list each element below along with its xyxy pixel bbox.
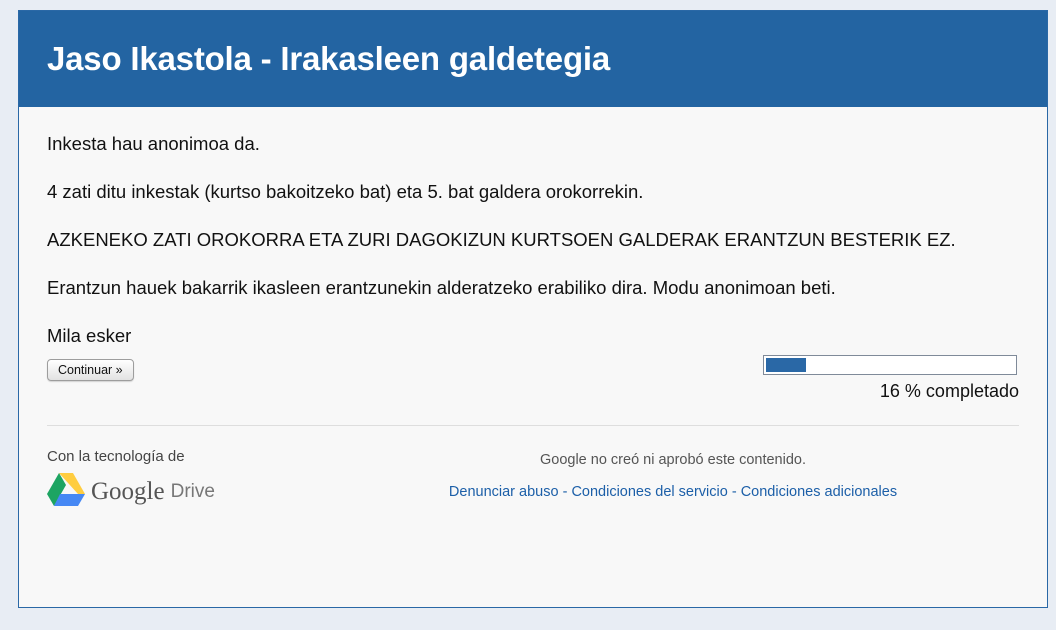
link-separator: - (558, 484, 572, 500)
progress-bar (763, 355, 1017, 375)
google-drive-logo: Google Drive (47, 473, 215, 511)
disclaimer-text: Google no creó ni aprobó este contenido. (539, 452, 807, 468)
link-separator: - (727, 484, 741, 500)
progress-label: 16 % completado (879, 381, 1019, 401)
logo-drive-text: Drive (170, 481, 215, 502)
additional-terms-link[interactable]: Condiciones adicionales (741, 484, 897, 500)
description-line: Mila esker (47, 325, 132, 346)
footer-links: Denunciar abuso - Condiciones del servic… (327, 484, 1019, 500)
form-footer: Con la tecnología de Google Drive Google… (47, 426, 1019, 526)
report-abuse-link[interactable]: Denunciar abuso (449, 484, 559, 500)
navigation-row: Continuar » 16 % completado (47, 355, 1019, 411)
progress-fill (766, 358, 806, 372)
description-line: Inkesta hau anonimoa da. (47, 133, 260, 154)
form-title: Jaso Ikastola - Irakasleen galdetegia (47, 40, 611, 77)
description-line: Erantzun hauek bakarrik ikasleen erantzu… (47, 277, 836, 298)
google-drive-icon (47, 473, 85, 511)
disclaimer: Google no creó ni aprobó este contenido.… (327, 452, 1019, 500)
progress-indicator: 16 % completado (763, 355, 1019, 402)
form-body: Inkesta hau anonimoa da. 4 zati ditu ink… (19, 107, 1047, 526)
description-line: 4 zati ditu inkestak (kurtso bakoitzeko … (47, 181, 644, 202)
logo-google-text: Google (91, 478, 165, 505)
powered-by-label: Con la tecnología de (47, 448, 185, 465)
terms-of-service-link[interactable]: Condiciones del servicio (571, 484, 727, 500)
description-line: AZKENEKO ZATI OROKORRA ETA ZURI DAGOKIZU… (47, 229, 956, 250)
form-card: Jaso Ikastola - Irakasleen galdetegia In… (18, 10, 1048, 608)
form-description: Inkesta hau anonimoa da. 4 zati ditu ink… (47, 131, 1019, 349)
form-header: Jaso Ikastola - Irakasleen galdetegia (19, 11, 1047, 107)
powered-by: Con la tecnología de Google Drive (47, 448, 215, 511)
continue-button[interactable]: Continuar » (47, 359, 134, 381)
